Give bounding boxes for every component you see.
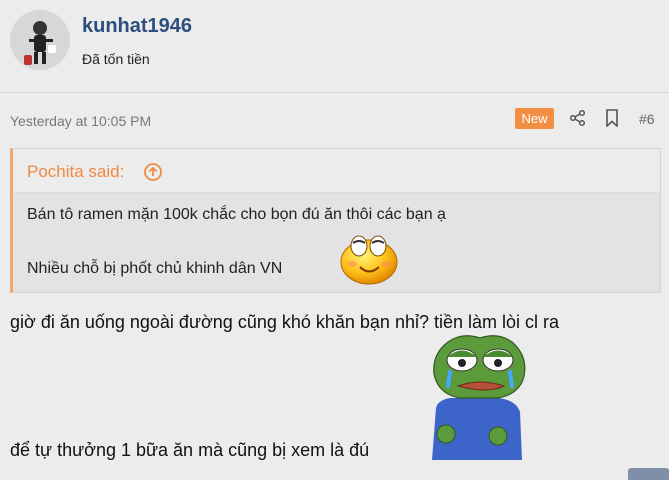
bookmark-icon[interactable] [604,109,620,128]
post-text-line: để tự thưởng 1 bữa ăn mà cũng bị xem là … [10,440,370,460]
quote-author-link[interactable]: Pochita said: [27,162,124,182]
post-body: Yesterday at 10:05 PM New #6 Pochita sai… [0,94,669,480]
post-meta: Yesterday at 10:05 PM New #6 [0,94,669,134]
post-number-link[interactable]: #6 [639,111,655,127]
post-timestamp[interactable]: Yesterday at 10:05 PM [10,113,151,129]
user-header: kunhat1946 Đã tốn tiền [0,0,669,93]
user-title: Đã tốn tiền [82,51,150,67]
scroll-to-top-button[interactable] [628,468,669,480]
quote-block: Pochita said: Bán tô ramen mặn 100k chắc… [10,148,661,293]
share-icon[interactable] [569,109,587,127]
new-badge: New [515,108,554,129]
username-link[interactable]: kunhat1946 [82,15,192,38]
avatar[interactable] [10,10,70,70]
quote-header: Pochita said: [13,149,660,193]
arrow-up-circle-icon[interactable] [143,162,163,182]
smiling-emoji-icon [338,226,400,288]
post-text-line: giờ đi ăn uống ngoài đường cũng khó khăn… [10,312,560,332]
crying-frog-icon [428,332,538,462]
quote-text-line: Nhiều chỗ bị phốt chủ khinh dân VN [27,260,283,277]
quote-text-line: Bán tô ramen mặn 100k chắc cho bọn đú ăn… [27,206,446,223]
